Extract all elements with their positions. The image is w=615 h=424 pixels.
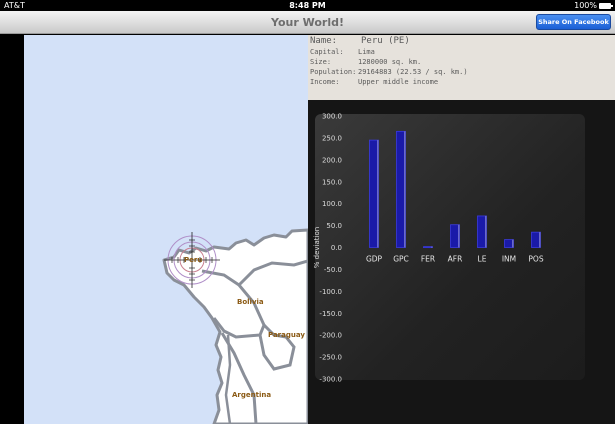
deviation-bar-chart: 300.0 250.0 200.0 150.0 100.0 50.0 0.0 -50.0 -10…	[313, 113, 544, 384]
info-row-name: Name: Peru (PE)	[308, 36, 615, 47]
map-label-argentina[interactable]: Argentina	[232, 391, 271, 399]
x-tick-label: GPC	[393, 255, 409, 264]
capital-value: Lima	[358, 48, 375, 56]
bar-highlight	[539, 232, 541, 248]
income-value: Upper middle income	[358, 78, 439, 86]
navigation-bar: Your World! Share On Facebook	[0, 11, 615, 34]
y-tick-label: 50.0	[326, 222, 342, 230]
capital-key: Capital:	[310, 48, 344, 56]
y-tick-label: 200.0	[322, 156, 342, 164]
map-edge	[0, 35, 24, 424]
y-tick-label: 250.0	[322, 134, 342, 142]
battery-percent: 100%	[574, 1, 597, 10]
y-tick-label: -50.0	[324, 266, 342, 274]
battery-icon	[599, 3, 613, 9]
y-tick-label: 0.0	[331, 244, 342, 252]
y-tick-label: -150.0	[319, 310, 342, 318]
y-tick-label: -100.0	[319, 288, 342, 296]
map-label-paraguay[interactable]: Paraguay	[268, 331, 305, 339]
bar-highlight	[485, 215, 487, 248]
population-key: Population:	[310, 68, 357, 76]
info-row-size: Size: 1280000 sq. km.	[308, 57, 615, 67]
income-key: Income:	[310, 78, 340, 86]
y-tick-label: -250.0	[319, 354, 342, 362]
page-title: Your World!	[271, 16, 344, 29]
size-key: Size:	[310, 58, 332, 66]
x-tick-label: AFR	[448, 255, 463, 264]
indicator-chart-panel: 300.0 250.0 200.0 150.0 100.0 50.0 0.0 -50.0 -10…	[308, 100, 615, 424]
clock: 8:48 PM	[289, 1, 326, 10]
share-on-facebook-button[interactable]: Share On Facebook	[536, 14, 611, 30]
info-row-income: Income: Upper middle income	[308, 77, 615, 87]
map-label-peru[interactable]: Peru	[184, 256, 202, 264]
population-value: 29164883 (22.53 / sq. km.)	[358, 68, 468, 76]
x-tick-label: POS	[528, 255, 543, 264]
info-row-population: Population: 29164883 (22.53 / sq. km.)	[308, 67, 615, 77]
y-tick-label: 300.0	[322, 113, 342, 121]
size-value: 1280000 sq. km.	[358, 58, 422, 66]
map-label-bolivia[interactable]: Bolivia	[237, 298, 264, 306]
status-bar: AT&T 8:48 PM 100%	[0, 0, 615, 11]
bar-highlight	[458, 224, 460, 248]
bar-highlight	[431, 246, 433, 248]
y-tick-label: -300.0	[319, 376, 342, 384]
info-row-capital: Capital: Lima	[308, 47, 615, 57]
country-info-panel: Name: Peru (PE) Capital: Lima Size: 1280…	[308, 35, 615, 100]
y-tick-label: -200.0	[319, 332, 342, 340]
map-shapes	[162, 228, 308, 424]
bar-highlight	[512, 239, 514, 248]
x-tick-label: INM	[502, 255, 516, 264]
bar-highlight	[377, 140, 379, 248]
x-tick-label: GDP	[366, 255, 383, 264]
y-tick-label: 150.0	[322, 178, 342, 186]
y-tick-label: 100.0	[322, 200, 342, 208]
name-value: Peru (PE)	[361, 36, 410, 46]
y-axis-label: % deviation	[313, 227, 321, 268]
x-tick-label: FER	[421, 255, 435, 264]
bar-highlight	[404, 131, 406, 248]
x-tick-label: LE	[478, 255, 487, 264]
name-key: Name:	[310, 36, 338, 46]
world-map[interactable]: Peru Bolivia Paraguay Argentina	[24, 35, 308, 424]
